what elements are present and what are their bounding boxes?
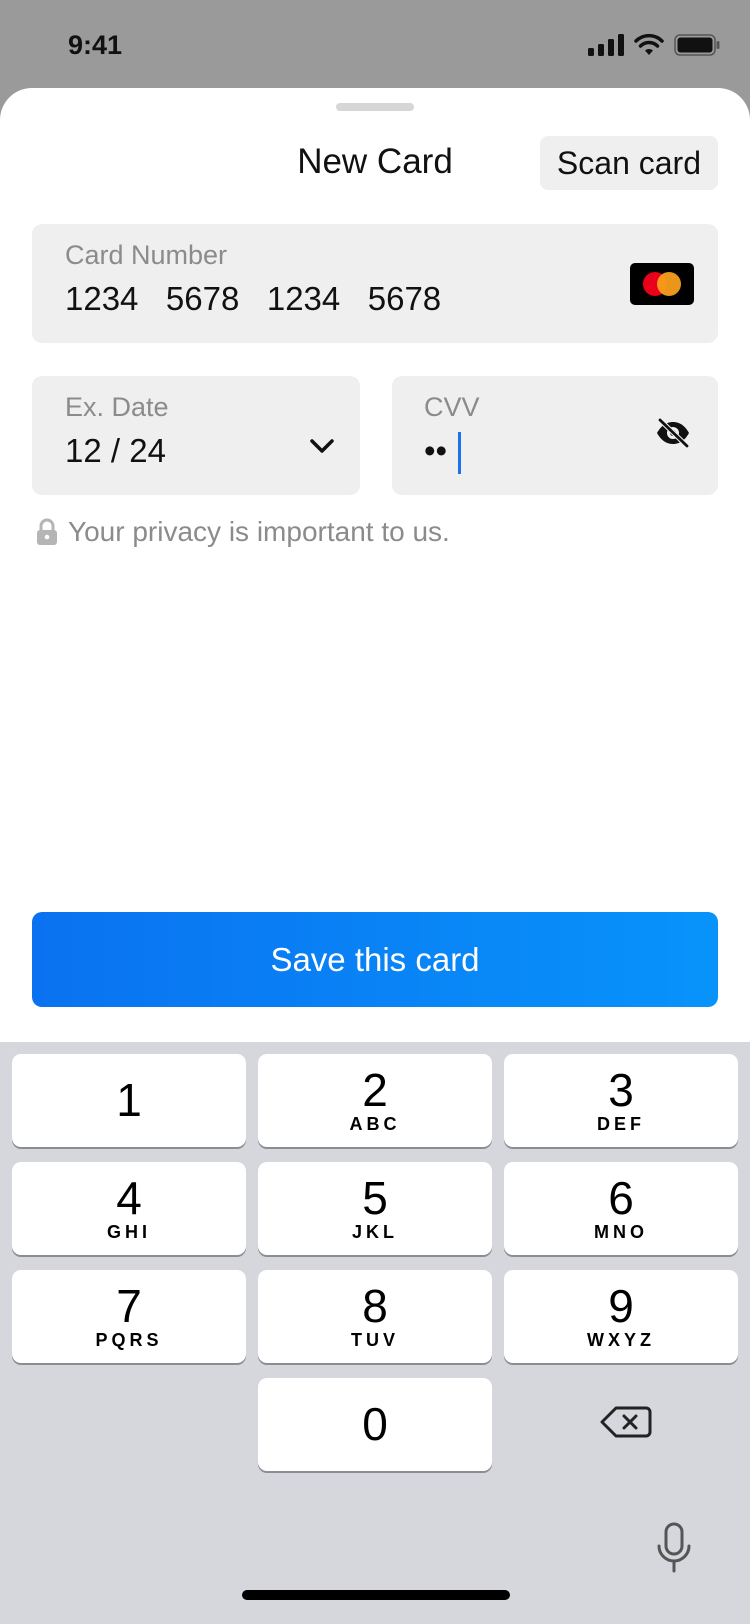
key-digit: 8 (362, 1280, 388, 1332)
battery-icon (674, 34, 720, 56)
cellular-signal-icon (588, 34, 624, 56)
status-time: 9:41 (68, 30, 123, 60)
expiry-date-field[interactable]: Ex. Date 12 / 24 (32, 376, 360, 495)
key-letters: WXYZ (587, 1330, 655, 1350)
key-5[interactable]: 5 JKL (258, 1162, 492, 1255)
key-letters: DEF (597, 1114, 645, 1134)
key-digit: 1 (116, 1074, 142, 1126)
key-letters: GHI (106, 1222, 151, 1242)
microphone-icon[interactable] (656, 1522, 692, 1574)
numeric-keypad: 1 2 ABC 3 DEF 4 GHI 5 JKL 6 MNO 7 PQRS 8… (0, 1042, 750, 1624)
chevron-down-icon[interactable] (310, 438, 334, 454)
status-icons (588, 34, 720, 56)
key-digit: 7 (116, 1280, 142, 1332)
sheet-grabber[interactable] (336, 103, 414, 111)
card-number-value: 1234 5678 1234 5678 (65, 280, 442, 317)
expiry-date-label: Ex. Date (65, 392, 169, 422)
key-digit: 5 (362, 1172, 388, 1224)
cvv-label: CVV (424, 392, 480, 422)
key-6[interactable]: 6 MNO (504, 1162, 738, 1255)
key-digit: 9 (608, 1280, 634, 1332)
expiry-date-value: 12 / 24 (65, 432, 166, 469)
card-number-label: Card Number (65, 240, 228, 270)
key-9[interactable]: 9 WXYZ (504, 1270, 738, 1363)
privacy-note: Your privacy is important to us. (36, 516, 450, 548)
key-letters: JKL (351, 1222, 398, 1242)
key-digit: 3 (608, 1064, 634, 1116)
key-letters: TUV (351, 1330, 399, 1350)
mastercard-icon (630, 263, 694, 305)
key-3[interactable]: 3 DEF (504, 1054, 738, 1147)
key-digit: 2 (362, 1064, 388, 1116)
text-caret (458, 432, 461, 474)
home-indicator (242, 1590, 510, 1600)
save-card-button[interactable]: Save this card (32, 912, 718, 1007)
privacy-text: Your privacy is important to us. (68, 516, 450, 547)
key-0[interactable]: 0 (258, 1378, 492, 1471)
backspace-icon[interactable] (596, 1398, 656, 1446)
key-1[interactable]: 1 (12, 1054, 246, 1147)
lock-icon (37, 518, 57, 545)
key-letters: PQRS (95, 1330, 163, 1350)
key-letters: MNO (594, 1222, 648, 1242)
key-7[interactable]: 7 PQRS (12, 1270, 246, 1363)
wifi-icon (634, 34, 664, 55)
key-2[interactable]: 2 ABC (258, 1054, 492, 1147)
card-number-field[interactable]: Card Number 1234 5678 1234 5678 (32, 224, 718, 343)
key-digit: 6 (608, 1172, 634, 1224)
key-digit: 0 (362, 1398, 388, 1450)
cvv-field[interactable]: CVV •• (392, 376, 718, 495)
scan-card-button[interactable]: Scan card (539, 136, 718, 190)
eye-slash-icon[interactable] (655, 417, 691, 449)
key-letters: ABC (349, 1114, 401, 1134)
key-8[interactable]: 8 TUV (258, 1270, 492, 1363)
key-digit: 4 (116, 1172, 142, 1224)
status-bar: 9:41 (0, 0, 750, 90)
cvv-masked-value: •• (424, 432, 448, 469)
key-4[interactable]: 4 GHI (12, 1162, 246, 1255)
